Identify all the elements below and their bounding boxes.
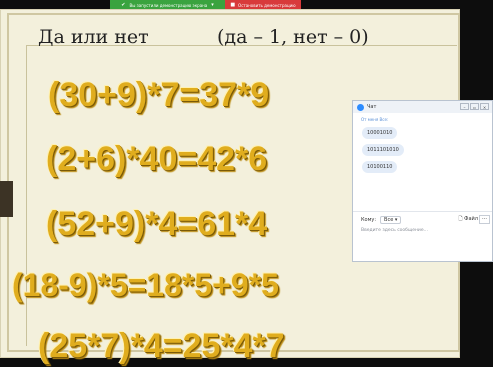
maximize-icon[interactable]: ▫ — [470, 103, 479, 110]
chat-message: 10001010 — [362, 127, 398, 139]
equation-2: (2+6)*40=42*6 — [46, 140, 268, 178]
equation-5: (25*7)*4=25*4*7 — [38, 327, 285, 365]
recipient-select[interactable]: Все ▾ — [380, 216, 402, 224]
arrow-icon: ▾ — [211, 2, 214, 8]
slide-title: Да или нет — [38, 26, 149, 48]
file-button[interactable]: 🗋 Файл — [459, 216, 478, 224]
pin-icon: ✔ — [121, 2, 126, 8]
zoom-logo-icon — [357, 103, 364, 111]
more-options-icon[interactable]: … — [479, 215, 490, 224]
file-label: Файл — [464, 216, 478, 222]
recipient-label: Кому: — [361, 217, 377, 223]
equation-4: (18-9)*5=18*5+9*5 — [12, 267, 279, 303]
chat-header[interactable]: Чат – ▫ × — [353, 101, 492, 113]
message-list: 10001010 1011101010 10100110 — [353, 122, 492, 173]
chat-window: Чат – ▫ × От меня Все: 10001010 10111010… — [352, 100, 493, 262]
chat-message: 10100110 — [362, 161, 398, 173]
stop-share-label: Остановить демонстрацию — [238, 2, 296, 8]
equation-3: (52+9)*4=61*4 — [46, 205, 268, 243]
share-status-label: Вы запустили демонстрацию экрана — [129, 2, 208, 8]
message-input[interactable]: Введите здесь сообщение... — [361, 228, 492, 233]
chat-compose: Кому: Все ▾ 🗋 Файл … Введите здесь сообщ… — [353, 211, 492, 264]
window-controls: – ▫ × — [460, 103, 489, 110]
close-icon[interactable]: × — [480, 103, 489, 110]
slide-side-tab — [0, 181, 13, 217]
file-icon: 🗋 — [458, 216, 463, 222]
chat-title: Чат — [367, 104, 377, 110]
chat-message: 1011101010 — [362, 144, 404, 156]
recipient-value: Все — [384, 217, 394, 223]
slide-hint: (да – 1, нет – 0) — [217, 26, 369, 48]
stop-icon: ■ — [230, 2, 236, 8]
minimize-icon[interactable]: – — [460, 103, 469, 110]
equation-1: (30+9)*7=37*9 — [48, 76, 270, 114]
